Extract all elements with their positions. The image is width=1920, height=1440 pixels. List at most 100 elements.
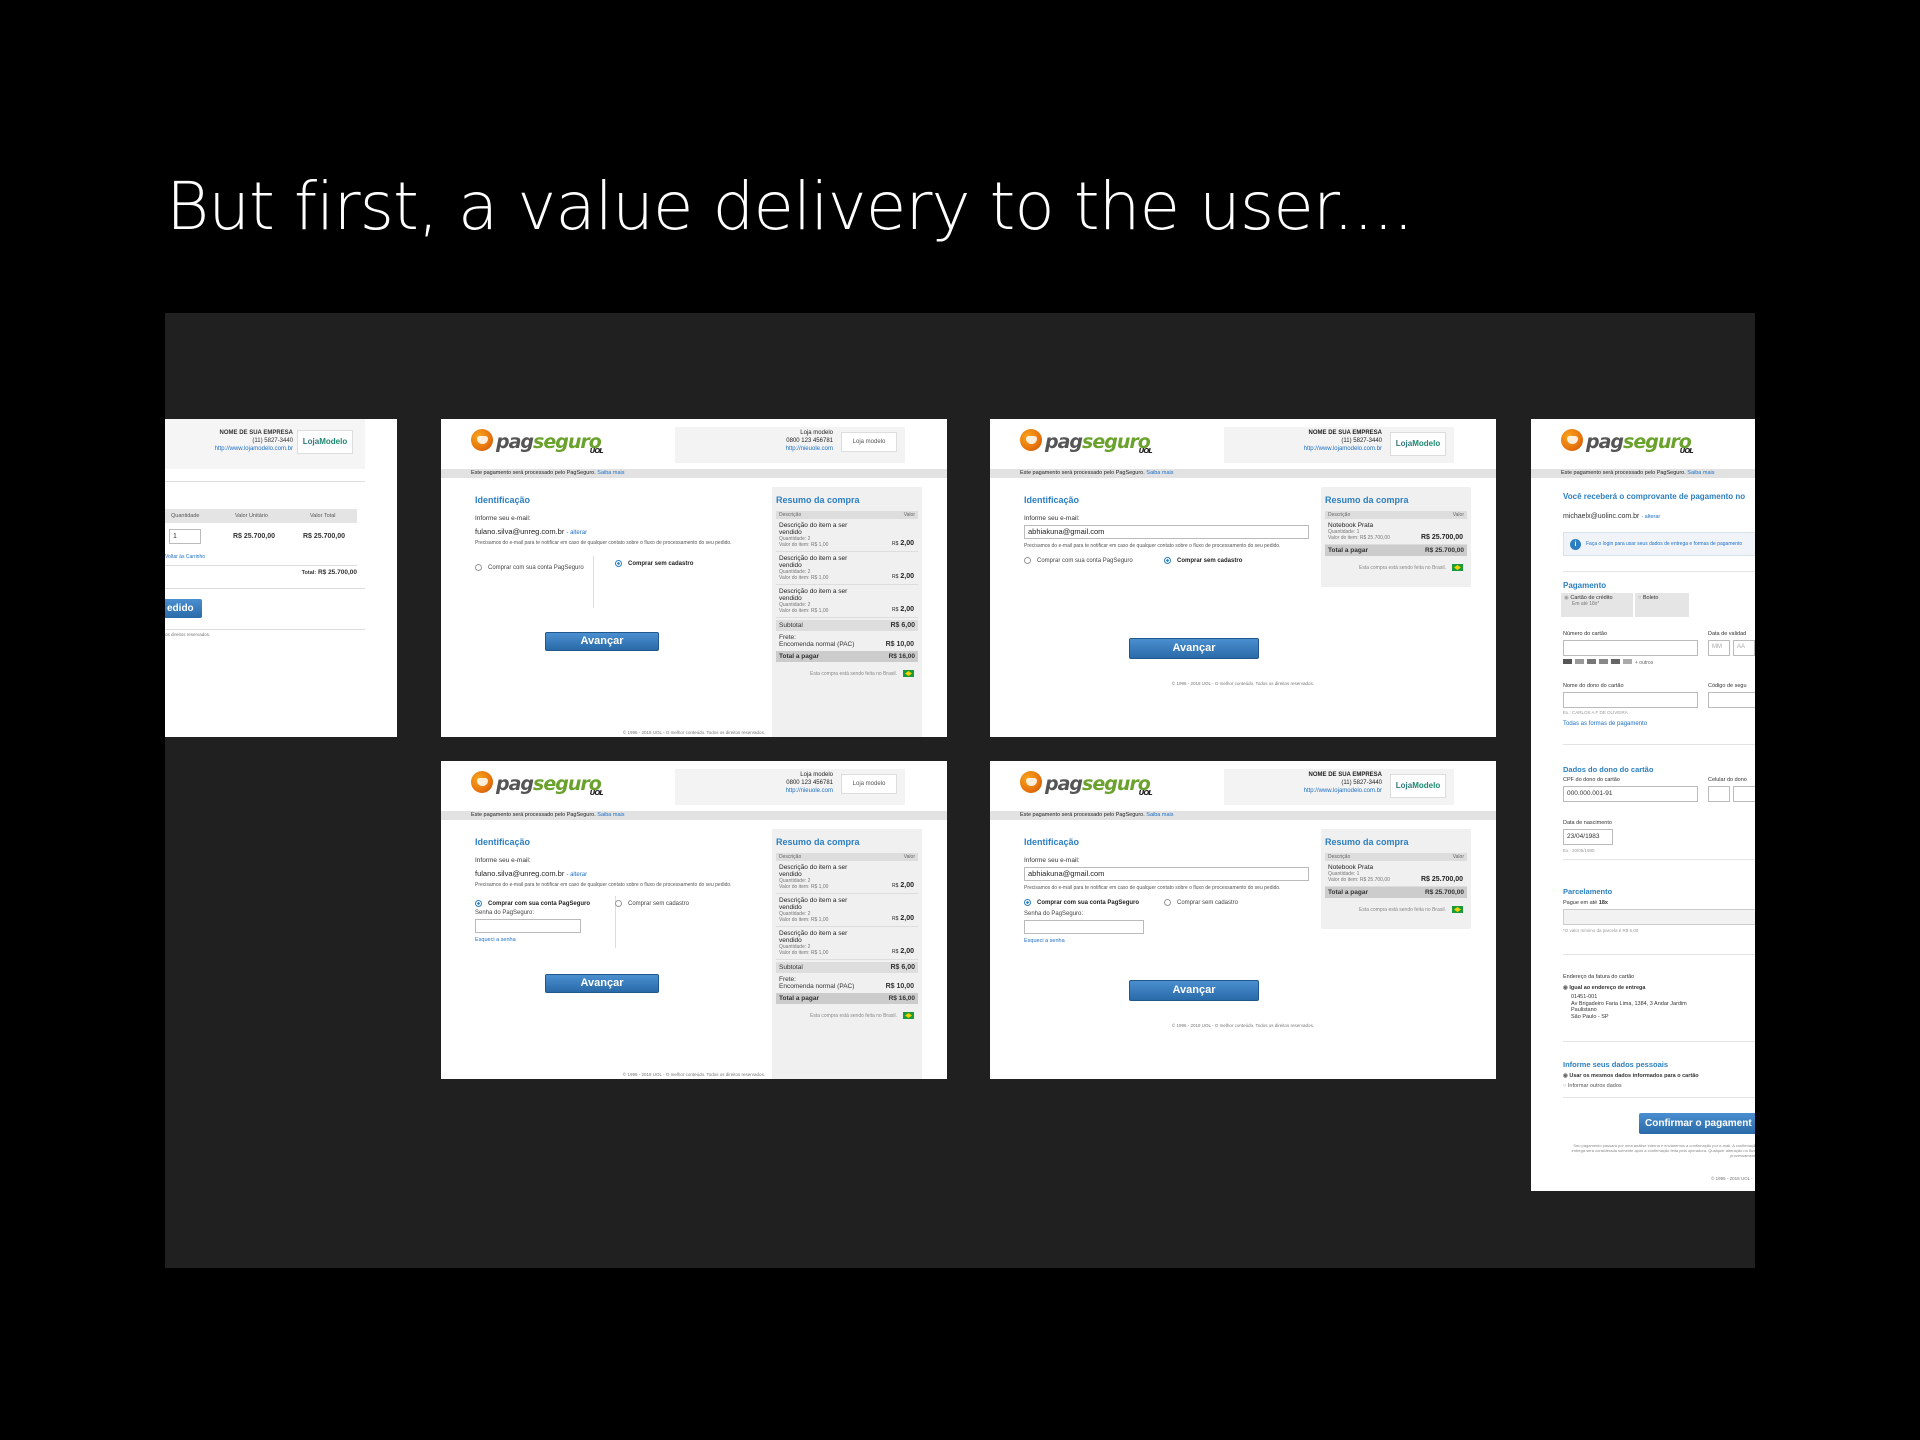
billing-address: 01451-001 Av Brigadeiro Faria Lima, 1384,… [1571,994,1687,1020]
email-note: Precisamos do e-mail para te notificar e… [1024,543,1281,549]
identification-title: Identificação [475,495,531,505]
email-note: Precisamos do e-mail para te notificar e… [1024,885,1281,891]
installments-note: *O valor mínimo da parcela é R$ 5,00 [1563,928,1639,933]
billing-same-radio[interactable]: ◉ Igual ao endereço de entrega [1563,985,1645,991]
cart-screenshot: NOME DE SUA EMPRESA (11) 5827-3440 http:… [165,419,397,737]
summary-item: Descrição do item a ser vendido Quantidad… [776,519,918,552]
brazil-note: Esta compra está sendo feita no Brasil. [776,670,918,677]
radio-account[interactable]: Comprar com sua conta PagSeguro [475,564,584,571]
radio-guest[interactable]: Comprar sem cadastro [615,560,693,567]
col-unit: Valor Unitário [235,513,268,519]
qty-input[interactable]: 1 [169,529,201,544]
radio-guest[interactable]: Comprar sem cadastro [1164,557,1242,564]
store-link[interactable]: http://www.lojamodelo.com.br [1224,445,1382,453]
owner-name-input[interactable] [1563,692,1698,708]
advance-button[interactable]: Avançar [1129,980,1259,1001]
birth-input[interactable]: 23/04/1983 [1563,829,1613,845]
cpf-input[interactable]: 000.000.001-91 [1563,786,1698,802]
store-info: Loja modelo 0800 123 456781 http://nieuo… [675,769,905,805]
all-methods-link[interactable]: Todas as formas de pagamento [1563,721,1647,727]
identification-panel: Identificação Informe seu e-mail: fulano… [471,829,771,1074]
store-link[interactable]: http://www.lojamodelo.com.br [1224,787,1382,795]
owner-hint: Ex.: CARLOS A F DE OLIVEIRA [1563,710,1628,715]
total-row: Total a pagar R$ 16,00 [776,651,918,662]
phone-input[interactable] [1733,786,1755,802]
checkout-header: pagseguro UOL NOME DE SUA EMPRESA (11) 58… [990,419,1496,469]
year-input[interactable]: AA [1733,640,1755,656]
store-name: Loja modelo [800,430,833,436]
password-input[interactable] [475,919,581,933]
cvv-input[interactable] [1708,692,1755,708]
month-input[interactable]: MM [1708,640,1730,656]
advance-button[interactable]: Avançar [545,974,659,993]
summary-item: Notebook Prata Quantidade: 1 Valor do item… [1325,861,1467,887]
summary-title: Resumo da compra [776,837,860,847]
email-input[interactable]: abhiakuna@gmail.com [1024,867,1309,881]
personal-data-title: Informe seus dados pessoais [1563,1060,1669,1069]
brazil-flag-icon [903,670,914,677]
email-label: Informe seu e-mail: [475,515,531,522]
learn-more-link[interactable]: Saiba mais [1687,470,1714,476]
cpf-label: CPF do dono do cartão [1563,777,1620,783]
footer: © 1996 - 2018 UOL - O melhor conteúdo. T… [1171,1023,1315,1028]
store-phone: (11) 5827-3440 [252,438,293,444]
total-row: Total a pagar R$ 16,00 [776,993,918,1004]
card-number-input[interactable] [1563,640,1698,656]
personal-other-radio[interactable]: ○ Informar outros dados [1563,1083,1622,1089]
learn-more-link[interactable]: Saiba mais [1146,812,1173,818]
radio-account[interactable]: Comprar com sua conta PagSeguro [475,900,590,907]
change-email-link[interactable]: - alterar [566,530,587,536]
learn-more-link[interactable]: Saiba mais [597,470,624,476]
tab-credit-card[interactable]: ◉ Cartão de crédito Em até 18x* [1561,593,1633,617]
checkout-header: pagseguro UOL Loja modelo 0800 123 456781… [441,761,947,811]
cart-total-value: R$ 25.700,00 [303,533,346,540]
store-link[interactable]: http://nieuole.com [675,787,833,795]
back-to-cart-link[interactable]: Voltar às Carrinho [165,554,205,560]
pagseguro-logo: pagseguro UOL [1020,429,1153,455]
change-email-link[interactable]: - alterar [1641,514,1660,520]
fine-print: Seu pagamento passará por uma análise in… [1571,1143,1755,1158]
col-qty: Quantidade [171,513,200,519]
confirm-payment-button[interactable]: Confirmar o pagament [1639,1113,1755,1134]
learn-more-link[interactable]: Saiba mais [597,812,624,818]
purchase-summary: Resumo da compra Descrição Valor Notebook… [1321,829,1471,929]
radio-account[interactable]: Comprar com sua conta PagSeguro [1024,557,1133,564]
owner-title: Dados do dono do cartão [1563,765,1654,774]
radio-account[interactable]: Comprar com sua conta PagSeguro [1024,899,1139,906]
brazil-note: Esta compra está sendo feita no Brasil. [776,1012,918,1019]
footer: © 1996 - 2018 UOL - O melhor conteúdo. T… [622,1072,766,1077]
store-info: NOME DE SUA EMPRESA (11) 5827-3440 http:… [1224,427,1454,463]
slide-title: But first, a value delivery to the user.… [166,168,1414,245]
password-input[interactable] [1024,920,1144,934]
radio-guest[interactable]: Comprar sem cadastro [615,900,689,907]
store-phone: 0800 123 456781 [786,438,833,444]
cart-header: NOME DE SUA EMPRESA (11) 5827-3440 http:… [165,419,365,469]
pagseguro-logo: pagseguro UOL [471,429,604,455]
summary-item: Descrição do item a ser vendido Quantidad… [776,894,918,927]
phone-area-input[interactable] [1708,786,1730,802]
advance-button[interactable]: Avançar [545,632,659,651]
forgot-password-link[interactable]: Esqueci a senha [475,937,581,943]
radio-guest[interactable]: Comprar sem cadastro [1164,899,1238,906]
tab-boleto[interactable]: ○ Boleto [1635,593,1689,617]
learn-more-link[interactable]: Saiba mais [1146,470,1173,476]
installments-select[interactable] [1563,909,1755,925]
summary-table-header: Descrição Valor [1325,511,1467,519]
checkout-button[interactable]: edido [165,599,202,618]
identification-title: Identificação [1024,837,1080,847]
info-bar: Este pagamento será processado pelo PagS… [1531,469,1755,478]
store-phone: 0800 123 456781 [786,780,833,786]
store-link[interactable]: http://nieuole.com [675,445,833,453]
pagseguro-logo-icon [1561,429,1583,451]
store-link[interactable]: http://www.lojamodelo.com.br [215,445,293,453]
payment-title: Pagamento [1563,581,1607,590]
advance-button[interactable]: Avançar [1129,638,1259,659]
change-email-link[interactable]: - alterar [566,872,587,878]
email-input[interactable]: abhiakuna@gmail.com [1024,525,1309,539]
installments-title: Parcelamento [1563,887,1613,896]
store-logo-image: Loja modelo [841,432,897,452]
total-row: Total a pagar R$ 25.700,00 [1325,545,1467,556]
forgot-password-link[interactable]: Esqueci a senha [1024,938,1144,944]
personal-same-radio[interactable]: ◉ Usar os mesmos dados informados para o… [1563,1073,1699,1079]
purchase-summary: Resumo da compra Descrição Valor Descriçã… [772,487,922,737]
